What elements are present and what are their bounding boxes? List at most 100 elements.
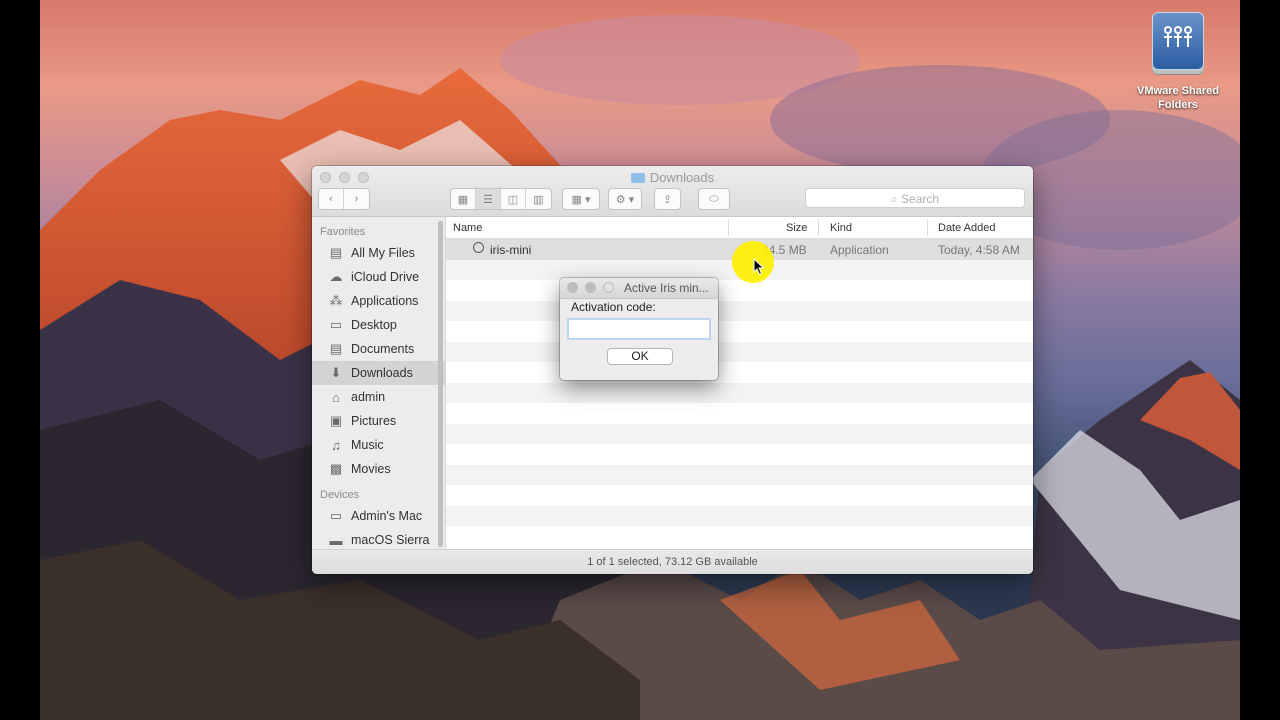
empty-row (446, 382, 1033, 403)
search-icon: ⌕ (890, 192, 898, 206)
drive-icon (1152, 12, 1204, 70)
tags-button[interactable]: ⬭ (698, 188, 730, 210)
cover-flow-button[interactable]: ▥ (526, 189, 551, 209)
column-header-kind[interactable]: Kind (830, 222, 852, 234)
dialog-window-controls (567, 282, 614, 293)
dialog-minimize-button[interactable] (585, 282, 596, 293)
column-header-name[interactable]: Name (453, 222, 482, 234)
file-name: iris-mini (490, 243, 532, 257)
nav-buttons: ‹ › (318, 188, 370, 210)
sidebar-item-label: macOS Sierra (351, 533, 430, 547)
gear-icon: ⚙ ▾ (615, 193, 635, 206)
tag-icon: ⬭ (709, 192, 719, 205)
share-icon: ⇪ (662, 193, 673, 206)
all-files-icon: ▤ (329, 245, 343, 260)
documents-icon: ▤ (329, 341, 343, 356)
dialog-title: Active Iris min... (624, 281, 709, 295)
desktop-icon-label: VMware Shared Folders (1137, 85, 1219, 111)
column-header-date-added[interactable]: Date Added (938, 222, 996, 234)
sidebar-item-admin[interactable]: ⌂ admin (312, 385, 445, 409)
sidebar-item-label: Downloads (351, 366, 413, 380)
action-button[interactable]: ⚙ ▾ (608, 188, 642, 210)
devices-header: Devices (320, 489, 360, 501)
empty-row (446, 423, 1033, 444)
empty-row (446, 505, 1033, 526)
empty-row (446, 341, 1033, 362)
disk-icon: ▬ (329, 532, 343, 548)
sidebar-item-downloads[interactable]: ⬇ Downloads (312, 361, 445, 385)
status-bar: 1 of 1 selected, 73.12 GB available (312, 549, 1033, 574)
vmware-shared-folders-desktop-icon[interactable]: VMware Shared Folders (1128, 12, 1228, 112)
favorites-header: Favorites (320, 226, 366, 238)
empty-row (446, 280, 1033, 301)
sidebar-item-desktop[interactable]: ▭ Desktop (312, 313, 445, 337)
sidebar-item-macos-sierra[interactable]: ▬ macOS Sierra (312, 528, 445, 549)
empty-row (446, 464, 1033, 485)
empty-row (446, 485, 1033, 506)
empty-row (446, 362, 1033, 383)
column-header-size[interactable]: Size (786, 222, 807, 234)
empty-row (446, 444, 1033, 465)
column-headers: Name Size Kind Date Added (446, 217, 1033, 239)
view-mode-buttons: ▦ ☰ ◫ ▥ (450, 188, 552, 210)
back-button[interactable]: ‹ (319, 189, 344, 209)
application-icon (473, 242, 484, 253)
icon-view-button[interactable]: ▦ (451, 189, 476, 209)
sidebar-item-applications[interactable]: ⁂ Applications (312, 289, 445, 313)
sidebar-item-music[interactable]: ♫ Music (312, 433, 445, 457)
finder-sidebar: Favorites ▤ All My Files ☁ iCloud Drive … (312, 217, 446, 549)
sidebar-item-documents[interactable]: ▤ Documents (312, 337, 445, 361)
search-field[interactable]: ⌕ Search (805, 188, 1025, 208)
desktop-icon: ▭ (329, 317, 343, 332)
activation-code-label: Activation code: (571, 300, 656, 314)
sidebar-item-admins-mac[interactable]: ▭ Admin's Mac (312, 504, 445, 528)
people-icon (1164, 26, 1192, 47)
list-view-button[interactable]: ☰ (476, 189, 501, 209)
dialog-zoom-button[interactable] (603, 282, 614, 293)
home-icon: ⌂ (332, 389, 340, 405)
forward-button[interactable]: › (344, 189, 369, 209)
computer-icon: ▭ (329, 508, 343, 523)
folder-icon (630, 173, 645, 183)
camera-icon: ▣ (329, 413, 343, 428)
applications-icon: ⁂ (329, 293, 343, 308)
sidebar-item-label: Admin's Mac (351, 509, 423, 523)
sidebar-item-pictures[interactable]: ▣ Pictures (312, 409, 445, 433)
empty-row (446, 403, 1033, 424)
sidebar-scrollbar[interactable] (438, 221, 443, 547)
arrange-grid-icon: ▦ ▾ (571, 193, 591, 206)
downloads-icon: ⬇ (330, 365, 342, 380)
dialog-close-button[interactable] (567, 282, 578, 293)
ok-button[interactable]: OK (607, 348, 673, 365)
sidebar-item-label: Desktop (351, 318, 397, 332)
empty-row (446, 321, 1033, 342)
music-note-icon: ♫ (331, 437, 341, 453)
sidebar-item-label: admin (351, 390, 386, 404)
cloud-icon: ☁ (329, 269, 343, 284)
sidebar-item-label: Music (351, 438, 384, 452)
sidebar-item-label: Pictures (351, 414, 397, 428)
sidebar-item-label: iCloud Drive (351, 270, 420, 284)
file-date-added: Today, 4:58 AM (938, 243, 1020, 257)
file-rows: iris-mini 24.5 MB Application Today, 4:5… (446, 239, 1033, 547)
arrange-button[interactable]: ▦ ▾ (562, 188, 600, 210)
share-button[interactable]: ⇪ (654, 188, 681, 210)
sidebar-item-all-my-files[interactable]: ▤ All My Files (312, 241, 445, 265)
sidebar-item-icloud-drive[interactable]: ☁ iCloud Drive (312, 265, 445, 289)
dialog-titlebar[interactable]: Active Iris min... (560, 278, 718, 299)
empty-row (446, 300, 1033, 321)
sidebar-item-movies[interactable]: ▩ Movies (312, 457, 445, 481)
file-kind: Application (830, 243, 889, 257)
sidebar-item-label: All My Files (351, 246, 415, 260)
sidebar-item-label: Movies (351, 462, 391, 476)
mouse-pointer-icon (753, 258, 765, 276)
activation-code-input[interactable] (567, 318, 711, 340)
search-placeholder: Search (901, 192, 940, 206)
finder-titlebar[interactable]: Downloads ‹ › ▦ ☰ ◫ ▥ ▦ ▾ ⚙ ▾ ⇪ ⬭ ⌕ Sear… (312, 166, 1033, 217)
window-title: Downloads (312, 170, 1033, 185)
sidebar-item-label: Applications (351, 294, 419, 308)
column-view-button[interactable]: ◫ (501, 189, 526, 209)
empty-row (446, 526, 1033, 547)
sidebar-item-label: Documents (351, 342, 415, 356)
activation-dialog: Active Iris min... Activation code: OK (560, 278, 718, 380)
